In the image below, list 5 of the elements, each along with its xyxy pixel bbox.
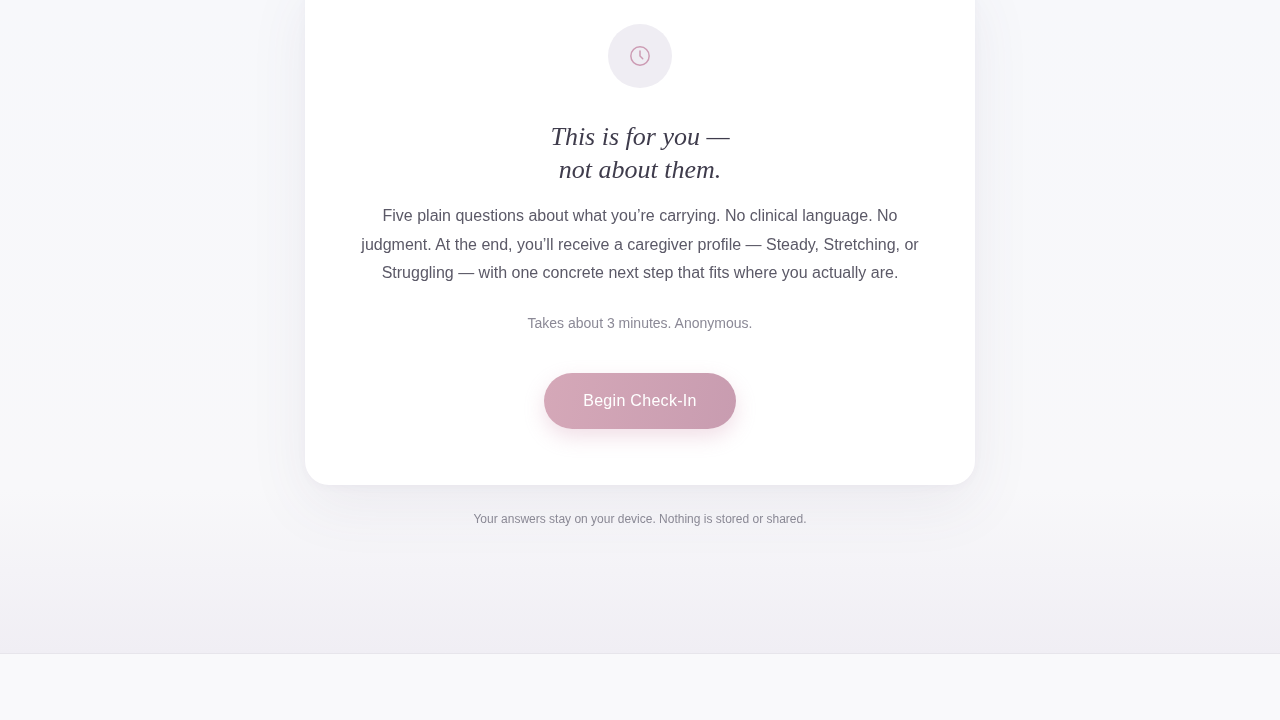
duration-note: Takes about 3 minutes. Anonymous.: [527, 313, 753, 333]
card-title: This is for you — not about them.: [550, 121, 730, 186]
begin-check-in-button[interactable]: Begin Check-In: [544, 372, 736, 429]
privacy-note: Your answers stay on your device. Nothing is stored or shared.: [473, 510, 807, 527]
description-text: Five plain questions about what you’re carrying. No clinical language. No judgment. At the end, you’ll receive a caregiver profile — Steady, Stretching, or Struggling — with one concrete next step that fits where you actually are.: [360, 206, 920, 283]
